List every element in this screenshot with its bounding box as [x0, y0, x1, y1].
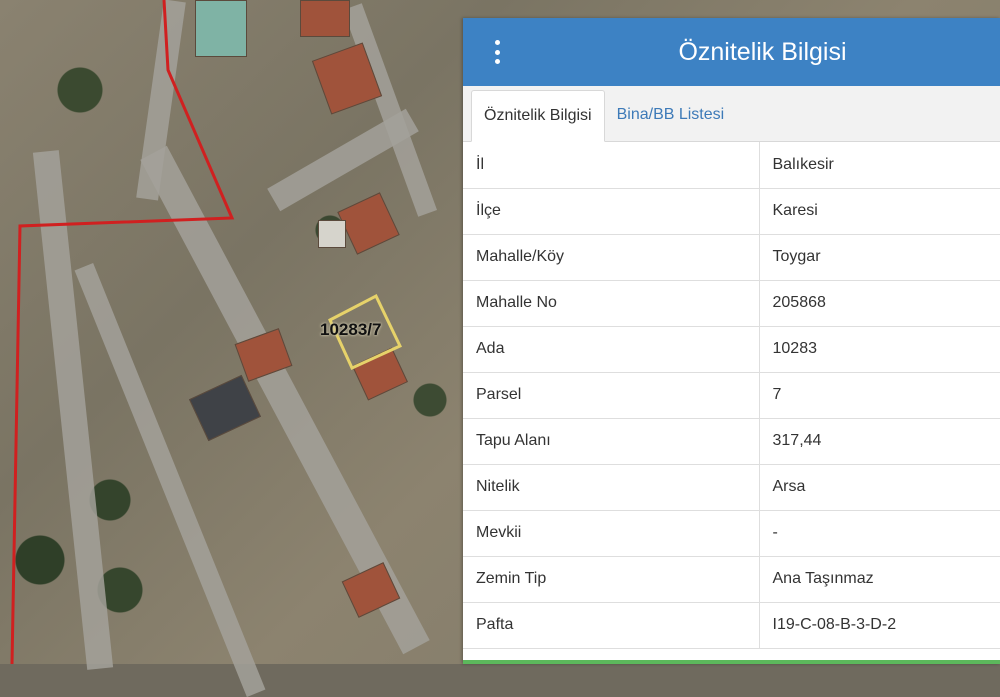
tab-building-list[interactable]: Bina/BB Listesi: [605, 89, 737, 141]
attribute-value: 317,44: [759, 418, 1000, 465]
attribute-key: Pafta: [463, 602, 760, 649]
attribute-key: Mevkii: [463, 510, 760, 557]
attribute-value: -: [759, 510, 1000, 557]
panel-title: Öznitelik Bilgisi: [678, 37, 847, 66]
attribute-value: Arsa: [759, 464, 1000, 511]
table-row: Tapu Alanı 317,44: [463, 418, 1000, 465]
attribute-key: Mahalle/Köy: [463, 234, 760, 281]
attribute-key: Parsel: [463, 372, 760, 419]
panel-bottom-bar: [463, 660, 1000, 664]
parcel-label: 10283/7: [320, 320, 382, 339]
attribute-key: İl: [463, 142, 760, 189]
attribute-panel: Öznitelik Bilgisi Öznitelik Bilgisi Bina…: [463, 18, 1000, 664]
attribute-value: Ana Taşınmaz: [759, 556, 1000, 603]
table-row: Mahalle No 205868: [463, 280, 1000, 327]
table-row: Mevkii -: [463, 510, 1000, 557]
attribute-key: Tapu Alanı: [463, 418, 760, 465]
tab-attribute-info[interactable]: Öznitelik Bilgisi: [471, 90, 605, 142]
attribute-key: İlçe: [463, 188, 760, 235]
attribute-value: Karesi: [759, 188, 1000, 235]
attribute-value: 205868: [759, 280, 1000, 327]
attribute-key: Ada: [463, 326, 760, 373]
attribute-key: Zemin Tip: [463, 556, 760, 603]
attribute-key: Mahalle No: [463, 280, 760, 327]
table-row: Nitelik Arsa: [463, 464, 1000, 511]
table-row: Zemin Tip Ana Taşınmaz: [463, 556, 1000, 603]
attribute-value: Toygar: [759, 234, 1000, 281]
attribute-value: I19-C-08-B-3-D-2: [759, 602, 1000, 649]
table-row: Ada 10283: [463, 326, 1000, 373]
attribute-key: Nitelik: [463, 464, 760, 511]
table-row: Pafta I19-C-08-B-3-D-2: [463, 602, 1000, 649]
table-row: İlçe Karesi: [463, 188, 1000, 235]
tab-bar: Öznitelik Bilgisi Bina/BB Listesi: [463, 86, 1000, 142]
table-row: Parsel 7: [463, 372, 1000, 419]
attribute-value: Balıkesir: [759, 142, 1000, 189]
table-row: Mahalle/Köy Toygar: [463, 234, 1000, 281]
attribute-table: İl Balıkesir İlçe Karesi Mahalle/Köy Toygar Ma…: [463, 142, 1000, 649]
vertical-ellipsis-icon[interactable]: [489, 40, 505, 64]
table-row: İl Balıkesir: [463, 142, 1000, 189]
panel-header: Öznitelik Bilgisi: [463, 18, 1000, 86]
attribute-value: 7: [759, 372, 1000, 419]
attribute-value: 10283: [759, 326, 1000, 373]
administrative-boundary-line: [10, 0, 235, 664]
